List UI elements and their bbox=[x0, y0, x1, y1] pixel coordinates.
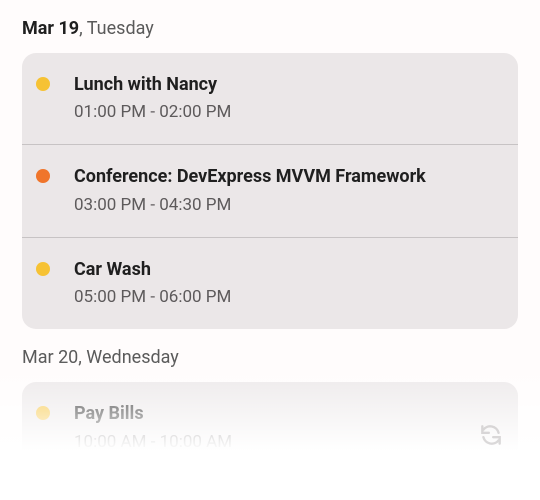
date-full: Mar 20, Wednesday bbox=[22, 347, 179, 368]
event-time: 03:00 PM - 04:30 PM bbox=[74, 195, 504, 215]
date-bold: Mar 19 bbox=[22, 18, 79, 39]
refresh-icon[interactable] bbox=[478, 422, 504, 448]
date-rest: , Tuesday bbox=[79, 18, 154, 39]
event-dot-icon bbox=[36, 406, 50, 420]
event-content: Lunch with Nancy 01:00 PM - 02:00 PM bbox=[74, 73, 504, 122]
event-title: Lunch with Nancy bbox=[74, 73, 504, 96]
event-dot-icon bbox=[36, 77, 50, 91]
event-content: Car Wash 05:00 PM - 06:00 PM bbox=[74, 258, 504, 307]
event-time: 05:00 PM - 06:00 PM bbox=[74, 287, 504, 307]
event-item[interactable]: Pay Bills 10:00 AM - 10:00 AM bbox=[22, 382, 518, 473]
event-content: Conference: DevExpress MVVM Framework 03… bbox=[74, 165, 504, 214]
event-title: Pay Bills bbox=[74, 402, 504, 425]
event-dot-icon bbox=[36, 169, 50, 183]
event-title: Car Wash bbox=[74, 258, 504, 281]
event-item[interactable]: Lunch with Nancy 01:00 PM - 02:00 PM bbox=[22, 53, 518, 145]
event-time: 01:00 PM - 02:00 PM bbox=[74, 102, 504, 122]
event-content: Pay Bills 10:00 AM - 10:00 AM bbox=[74, 402, 504, 451]
event-dot-icon bbox=[36, 262, 50, 276]
event-item[interactable]: Conference: DevExpress MVVM Framework 03… bbox=[22, 145, 518, 237]
event-time: 10:00 AM - 10:00 AM bbox=[74, 432, 504, 452]
event-list-day1: Lunch with Nancy 01:00 PM - 02:00 PM Con… bbox=[22, 53, 518, 329]
date-header: Mar 20, Wednesday bbox=[0, 329, 540, 382]
event-title: Conference: DevExpress MVVM Framework bbox=[74, 165, 504, 188]
event-list-day2: Pay Bills 10:00 AM - 10:00 AM bbox=[22, 382, 518, 473]
date-header: Mar 19, Tuesday bbox=[0, 0, 540, 53]
event-item[interactable]: Car Wash 05:00 PM - 06:00 PM bbox=[22, 238, 518, 329]
